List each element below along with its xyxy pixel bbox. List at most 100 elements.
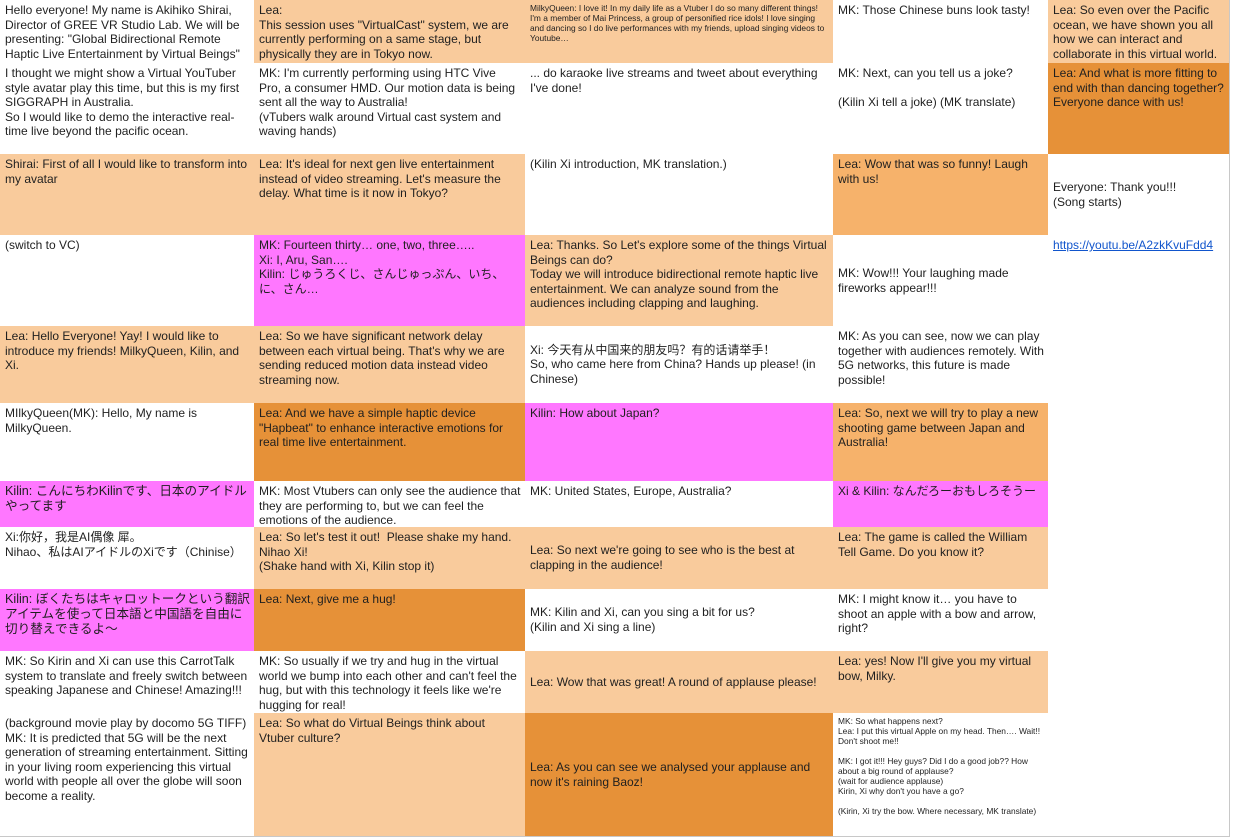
cell-text: Xi & Kilin: なんだろーおもしろそうー: [838, 484, 1036, 498]
script-cell[interactable]: MK: Fourteen thirty… one, two, three….. …: [254, 235, 526, 327]
script-cell[interactable]: Shirai: First of all I would like to tra…: [0, 154, 255, 236]
cell-text: Shirai: First of all I would like to tra…: [5, 157, 251, 186]
script-cell[interactable]: Kilin: How about Japan?: [525, 403, 834, 482]
column-5: Lea: So even over the Pacific ocean, we …: [1048, 0, 1230, 837]
cell-text: MK: I might know it… you have to shoot a…: [838, 592, 1040, 636]
cell-text: MK: Fourteen thirty… one, two, three….. …: [259, 238, 505, 296]
script-cell[interactable]: Lea: Hello Everyone! Yay! I would like t…: [0, 326, 255, 404]
cell-text: Everyone: Thank you!!! (Song starts): [1053, 179, 1177, 209]
script-cell[interactable]: MK: I'm currently performing using HTC V…: [254, 63, 526, 155]
script-cell[interactable]: (background movie play by docomo 5G TIFF…: [0, 713, 255, 837]
script-cell[interactable]: MK: I might know it… you have to shoot a…: [833, 589, 1049, 652]
script-cell[interactable]: Lea: As you can see we analysed your app…: [525, 713, 834, 837]
cell-text: Lea: So, next we will try to play a new …: [838, 406, 1042, 450]
script-cell[interactable]: Lea: So what do Virtual Beings think abo…: [254, 713, 526, 837]
video-link[interactable]: https://youtu.be/A2zkKvuFdd4: [1053, 238, 1213, 252]
script-cell[interactable]: I thought we might show a Virtual YouTub…: [0, 63, 255, 155]
script-cell[interactable]: MK: So what happens next? Lea: I put thi…: [833, 713, 1049, 837]
script-cell[interactable]: Lea: Thanks. So Let's explore some of th…: [525, 235, 834, 327]
script-cell[interactable]: [1048, 326, 1230, 404]
column-1: Hello everyone! My name is Akihiko Shira…: [0, 0, 255, 837]
script-cell[interactable]: Everyone: Thank you!!! (Song starts): [1048, 154, 1230, 236]
script-cell[interactable]: [1048, 651, 1230, 714]
script-cell[interactable]: MK: Next, can you tell us a joke? (Kilin…: [833, 63, 1049, 155]
script-cell[interactable]: Kilin: こんにちわKilinです、日本のアイドルやってます: [0, 481, 255, 528]
cell-text: MIlkyQueen(MK): Hello, My name is MilkyQ…: [5, 406, 201, 435]
cell-text: Lea: And what is more fitting to end wit…: [1053, 66, 1228, 110]
script-cell[interactable]: Lea: The game is called the William Tell…: [833, 527, 1049, 590]
script-cell[interactable]: Lea: Wow that was so funny! Laugh with u…: [833, 154, 1049, 236]
script-cell[interactable]: (switch to VC): [0, 235, 255, 327]
cell-text: Lea: The game is called the William Tell…: [838, 530, 1031, 559]
script-cell[interactable]: MK: United States, Europe, Australia?: [525, 481, 834, 528]
script-cell[interactable]: Lea: This session uses "VirtualCast" sys…: [254, 0, 526, 64]
cell-text: MK: Most Vtubers can only see the audien…: [259, 484, 524, 528]
script-cell[interactable]: Lea: It's ideal for next gen live entert…: [254, 154, 526, 236]
script-cell[interactable]: Lea: So even over the Pacific ocean, we …: [1048, 0, 1230, 64]
script-cell[interactable]: MK: Most Vtubers can only see the audien…: [254, 481, 526, 528]
cell-text: Lea: Hello Everyone! Yay! I would like t…: [5, 329, 243, 373]
script-cell[interactable]: [1048, 713, 1230, 837]
cell-text: Lea: Thanks. So Let's explore some of th…: [530, 238, 827, 311]
script-cell[interactable]: Xi: 今天有从中国来的朋友吗？有的话请举手！ So, who came her…: [525, 326, 834, 404]
script-cell[interactable]: Lea: And what is more fitting to end wit…: [1048, 63, 1230, 155]
column-3: MilkyQueen: I love it! In my daily life …: [525, 0, 834, 837]
script-cell[interactable]: Lea: So next we're going to see who is t…: [525, 527, 834, 590]
cell-text: I thought we might show a Virtual YouTub…: [5, 66, 240, 139]
script-cell[interactable]: (Kilin Xi introduction, MK translation.): [525, 154, 834, 236]
cell-text: Kilin: How about Japan?: [530, 406, 660, 420]
script-cell[interactable]: Lea: Wow that was great! A round of appl…: [525, 651, 834, 714]
script-cell[interactable]: MK: As you can see, now we can play toge…: [833, 326, 1049, 404]
cell-text: MK: Kilin and Xi, can you sing a bit for…: [530, 605, 755, 634]
cell-text: Lea: Next, give me a hug!: [259, 592, 396, 606]
script-cell[interactable]: MilkyQueen: I love it! In my daily life …: [525, 0, 834, 64]
cell-text: Lea: As you can see we analysed your app…: [530, 759, 814, 789]
cell-text: Xi:你好，我是AI偶像 犀。 Nihao、私はAIアイドルのXiです（Chin…: [5, 530, 242, 559]
script-cell[interactable]: MK: So Kirin and Xi can use this CarrotT…: [0, 651, 255, 714]
cell-text: Lea: yes! Now I'll give you my virtual b…: [838, 654, 1035, 683]
column-4: MK: Those Chinese buns look tasty! MK: Ne…: [833, 0, 1049, 837]
cell-text: Kilin: こんにちわKilinです、日本のアイドルやってます: [5, 484, 247, 513]
cell-text: Lea: So we have significant network dela…: [259, 329, 508, 387]
script-cell[interactable]: Lea: So we have significant network dela…: [254, 326, 526, 404]
script-cell[interactable]: Xi & Kilin: なんだろーおもしろそうー: [833, 481, 1049, 528]
cell-text: MilkyQueen: I love it! In my daily life …: [530, 3, 827, 43]
cell-text: Xi: 今天有从中国来的朋友吗？有的话请举手！ So, who came her…: [530, 342, 816, 386]
cell-text: MK: Next, can you tell us a joke? (Kilin…: [838, 66, 1016, 110]
cell-text: Lea: So what do Virtual Beings think abo…: [259, 716, 489, 745]
script-cell[interactable]: MK: So usually if we try and hug in the …: [254, 651, 526, 714]
script-cell[interactable]: Lea: And we have a simple haptic device …: [254, 403, 526, 482]
cell-text: MK: So usually if we try and hug in the …: [259, 654, 521, 712]
script-cell[interactable]: [1048, 481, 1230, 528]
cell-text: (switch to VC): [5, 238, 80, 252]
script-cell[interactable]: https://youtu.be/A2zkKvuFdd4: [1048, 235, 1230, 327]
cell-text: Hello everyone! My name is Akihiko Shira…: [5, 3, 243, 61]
script-cell[interactable]: Lea: yes! Now I'll give you my virtual b…: [833, 651, 1049, 714]
cell-text: Kilin: ぼくたちはキャロットークという翻訳アイテムを使って日本語と中国語を…: [5, 592, 250, 636]
cell-text: Lea: So even over the Pacific ocean, we …: [1053, 3, 1218, 61]
cell-text: MK: I'm currently performing using HTC V…: [259, 66, 516, 139]
script-cell[interactable]: Lea: So, next we will try to play a new …: [833, 403, 1049, 482]
script-cell[interactable]: MIlkyQueen(MK): Hello, My name is MilkyQ…: [0, 403, 255, 482]
script-cell[interactable]: Lea: Next, give me a hug!: [254, 589, 526, 652]
script-cell[interactable]: [1048, 403, 1230, 482]
script-cell[interactable]: MK: Those Chinese buns look tasty!: [833, 0, 1049, 64]
script-cell[interactable]: MK: Wow!!! Your laughing made fireworks …: [833, 235, 1049, 327]
script-cell[interactable]: [1048, 589, 1230, 652]
cell-text: Lea: So let's test it out! Please shake …: [259, 530, 512, 574]
cell-text: Lea: It's ideal for next gen live entert…: [259, 157, 505, 201]
script-spreadsheet: Hello everyone! My name is Akihiko Shira…: [0, 0, 1233, 837]
script-cell[interactable]: ... do karaoke live streams and tweet ab…: [525, 63, 834, 155]
cell-text: Lea: And we have a simple haptic device …: [259, 406, 507, 450]
script-cell[interactable]: MK: Kilin and Xi, can you sing a bit for…: [525, 589, 834, 652]
script-cell[interactable]: Kilin: ぼくたちはキャロットークという翻訳アイテムを使って日本語と中国語を…: [0, 589, 255, 652]
cell-text: MK: Those Chinese buns look tasty!: [838, 3, 1030, 17]
cell-text: Lea: Wow that was so funny! Laugh with u…: [838, 157, 1032, 186]
script-cell[interactable]: Xi:你好，我是AI偶像 犀。 Nihao、私はAIアイドルのXiです（Chin…: [0, 527, 255, 590]
script-cell[interactable]: Lea: So let's test it out! Please shake …: [254, 527, 526, 590]
cell-text: ... do karaoke live streams and tweet ab…: [530, 66, 821, 95]
script-cell[interactable]: [1048, 527, 1230, 590]
column-2: Lea: This session uses "VirtualCast" sys…: [254, 0, 526, 837]
script-cell[interactable]: Hello everyone! My name is Akihiko Shira…: [0, 0, 255, 64]
cell-text: MK: So Kirin and Xi can use this CarrotT…: [5, 654, 251, 698]
